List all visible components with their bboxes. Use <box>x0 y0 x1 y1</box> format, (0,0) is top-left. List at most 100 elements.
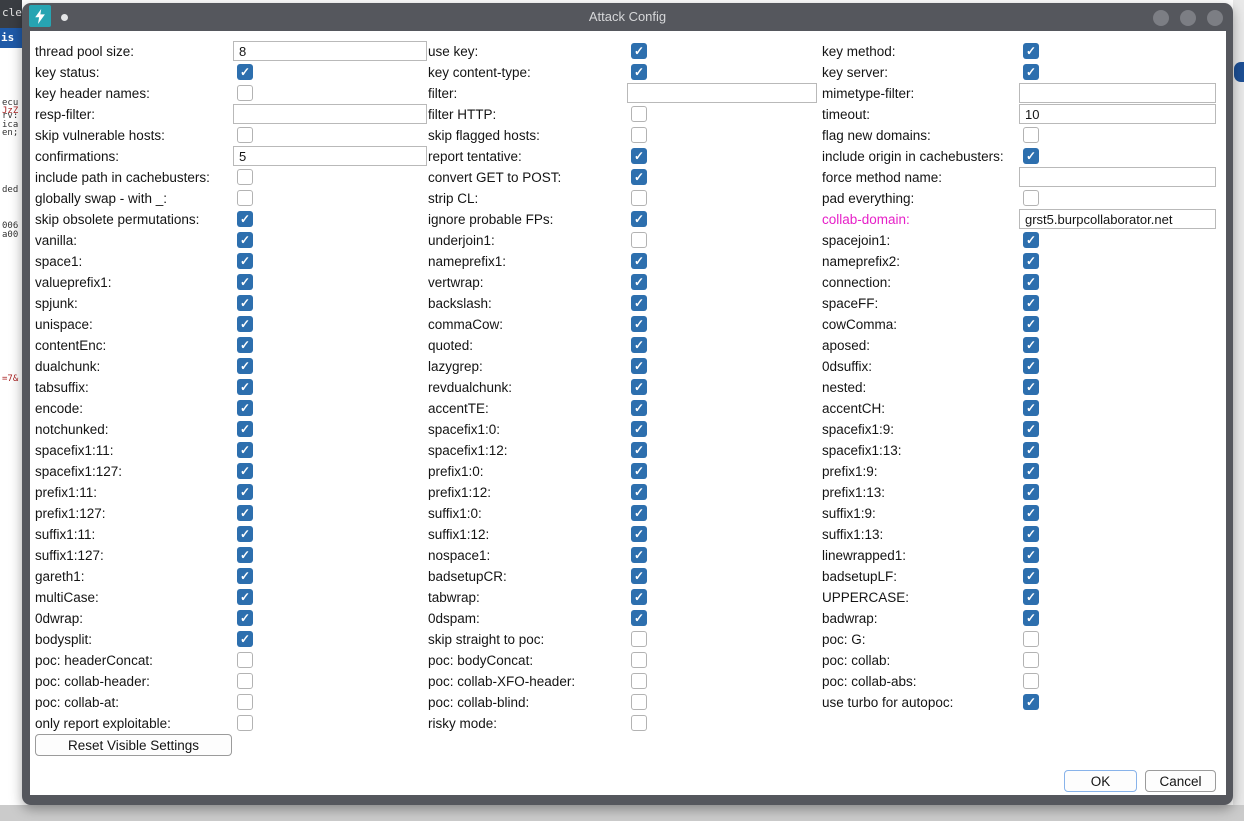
prefix1-9-checkbox[interactable]: ✓ <box>1023 463 1039 479</box>
reset-visible-settings-button[interactable]: Reset Visible Settings <box>35 734 232 756</box>
suffix1-9-checkbox[interactable]: ✓ <box>1023 505 1039 521</box>
spaceff-checkbox[interactable]: ✓ <box>1023 295 1039 311</box>
tabsuffix-checkbox[interactable]: ✓ <box>237 379 253 395</box>
use-turbo-for-autopoc-checkbox[interactable]: ✓ <box>1023 694 1039 710</box>
report-tentative-checkbox[interactable]: ✓ <box>631 148 647 164</box>
filter-input[interactable] <box>627 83 817 103</box>
include-origin-in-cachebusters-checkbox[interactable]: ✓ <box>1023 148 1039 164</box>
risky-mode-checkbox[interactable] <box>631 715 647 731</box>
nospace1-checkbox[interactable]: ✓ <box>631 547 647 563</box>
encode-checkbox[interactable]: ✓ <box>237 400 253 416</box>
skip-obsolete-permutations-checkbox[interactable]: ✓ <box>237 211 253 227</box>
accentte-checkbox[interactable]: ✓ <box>631 400 647 416</box>
strip-cl-checkbox[interactable] <box>631 190 647 206</box>
linewrapped1-checkbox[interactable]: ✓ <box>1023 547 1039 563</box>
spacefix1-12-checkbox[interactable]: ✓ <box>631 442 647 458</box>
suffix1-13-checkbox[interactable]: ✓ <box>1023 526 1039 542</box>
valueprefix1-checkbox[interactable]: ✓ <box>237 274 253 290</box>
nameprefix2-checkbox[interactable]: ✓ <box>1023 253 1039 269</box>
lazygrep-checkbox[interactable]: ✓ <box>631 358 647 374</box>
quoted-checkbox[interactable]: ✓ <box>631 337 647 353</box>
key-status-checkbox[interactable]: ✓ <box>237 64 253 80</box>
window-control-button[interactable] <box>1180 10 1196 26</box>
vanilla-checkbox[interactable]: ✓ <box>237 232 253 248</box>
poc-collab-at-checkbox[interactable] <box>237 694 253 710</box>
suffix1-0-checkbox[interactable]: ✓ <box>631 505 647 521</box>
poc-collab-checkbox[interactable] <box>1023 652 1039 668</box>
spacefix1-0-checkbox[interactable]: ✓ <box>631 421 647 437</box>
suffix1-127-checkbox[interactable]: ✓ <box>237 547 253 563</box>
poc-collab-blind-checkbox[interactable] <box>631 694 647 710</box>
include-path-in-cachebusters-checkbox[interactable] <box>237 169 253 185</box>
multicase-checkbox[interactable]: ✓ <box>237 589 253 605</box>
suffix1-11-checkbox[interactable]: ✓ <box>237 526 253 542</box>
accentch-checkbox[interactable]: ✓ <box>1023 400 1039 416</box>
notchunked-checkbox[interactable]: ✓ <box>237 421 253 437</box>
ok-button[interactable]: OK <box>1064 770 1137 792</box>
suffix1-12-checkbox[interactable]: ✓ <box>631 526 647 542</box>
ignore-probable-fps-checkbox[interactable]: ✓ <box>631 211 647 227</box>
pad-everything-checkbox[interactable] <box>1023 190 1039 206</box>
contentenc-checkbox[interactable]: ✓ <box>237 337 253 353</box>
cancel-button[interactable]: Cancel <box>1145 770 1216 792</box>
confirmations-input[interactable] <box>233 146 427 166</box>
0dsuffix-checkbox[interactable]: ✓ <box>1023 358 1039 374</box>
prefix1-0-checkbox[interactable]: ✓ <box>631 463 647 479</box>
globally-swap-with-checkbox[interactable] <box>237 190 253 206</box>
uppercase-checkbox[interactable]: ✓ <box>1023 589 1039 605</box>
mimetype-filter-input[interactable] <box>1019 83 1216 103</box>
poc-collab-abs-checkbox[interactable] <box>1023 673 1039 689</box>
key-header-names-checkbox[interactable] <box>237 85 253 101</box>
poc-bodyconcat-checkbox[interactable] <box>631 652 647 668</box>
bodysplit-checkbox[interactable]: ✓ <box>237 631 253 647</box>
prefix1-127-checkbox[interactable]: ✓ <box>237 505 253 521</box>
resp-filter-input[interactable] <box>233 104 427 124</box>
spacejoin1-checkbox[interactable]: ✓ <box>1023 232 1039 248</box>
skip-straight-to-poc-checkbox[interactable] <box>631 631 647 647</box>
timeout-input[interactable] <box>1019 104 1216 124</box>
spacefix1-9-checkbox[interactable]: ✓ <box>1023 421 1039 437</box>
aposed-checkbox[interactable]: ✓ <box>1023 337 1039 353</box>
key-method-checkbox[interactable]: ✓ <box>1023 43 1039 59</box>
poc-collab-xfo-header-checkbox[interactable] <box>631 673 647 689</box>
space1-checkbox[interactable]: ✓ <box>237 253 253 269</box>
revdualchunk-checkbox[interactable]: ✓ <box>631 379 647 395</box>
filter-http-checkbox[interactable] <box>631 106 647 122</box>
convert-get-to-post-checkbox[interactable]: ✓ <box>631 169 647 185</box>
flag-new-domains-checkbox[interactable] <box>1023 127 1039 143</box>
key-server-checkbox[interactable]: ✓ <box>1023 64 1039 80</box>
title-bar[interactable]: Attack Config <box>22 3 1233 31</box>
prefix1-13-checkbox[interactable]: ✓ <box>1023 484 1039 500</box>
skip-vulnerable-hosts-checkbox[interactable] <box>237 127 253 143</box>
key-content-type-checkbox[interactable]: ✓ <box>631 64 647 80</box>
spacefix1-13-checkbox[interactable]: ✓ <box>1023 442 1039 458</box>
poc-collab-header-checkbox[interactable] <box>237 673 253 689</box>
only-report-exploitable-checkbox[interactable] <box>237 715 253 731</box>
badsetupcr-checkbox[interactable]: ✓ <box>631 568 647 584</box>
underjoin1-checkbox[interactable] <box>631 232 647 248</box>
window-control-button[interactable] <box>1153 10 1169 26</box>
unispace-checkbox[interactable]: ✓ <box>237 316 253 332</box>
dualchunk-checkbox[interactable]: ✓ <box>237 358 253 374</box>
tabwrap-checkbox[interactable]: ✓ <box>631 589 647 605</box>
collab-domain-input[interactable] <box>1019 209 1216 229</box>
thread-pool-size-input[interactable] <box>233 41 427 61</box>
spacefix1-11-checkbox[interactable]: ✓ <box>237 442 253 458</box>
window-control-button[interactable] <box>1207 10 1223 26</box>
prefix1-12-checkbox[interactable]: ✓ <box>631 484 647 500</box>
poc-g-checkbox[interactable] <box>1023 631 1039 647</box>
gareth1-checkbox[interactable]: ✓ <box>237 568 253 584</box>
badsetuplf-checkbox[interactable]: ✓ <box>1023 568 1039 584</box>
nameprefix1-checkbox[interactable]: ✓ <box>631 253 647 269</box>
badwrap-checkbox[interactable]: ✓ <box>1023 610 1039 626</box>
use-key-checkbox[interactable]: ✓ <box>631 43 647 59</box>
prefix1-11-checkbox[interactable]: ✓ <box>237 484 253 500</box>
skip-flagged-hosts-checkbox[interactable] <box>631 127 647 143</box>
cowcomma-checkbox[interactable]: ✓ <box>1023 316 1039 332</box>
poc-headerconcat-checkbox[interactable] <box>237 652 253 668</box>
spjunk-checkbox[interactable]: ✓ <box>237 295 253 311</box>
vertwrap-checkbox[interactable]: ✓ <box>631 274 647 290</box>
backslash-checkbox[interactable]: ✓ <box>631 295 647 311</box>
connection-checkbox[interactable]: ✓ <box>1023 274 1039 290</box>
force-method-name-input[interactable] <box>1019 167 1216 187</box>
